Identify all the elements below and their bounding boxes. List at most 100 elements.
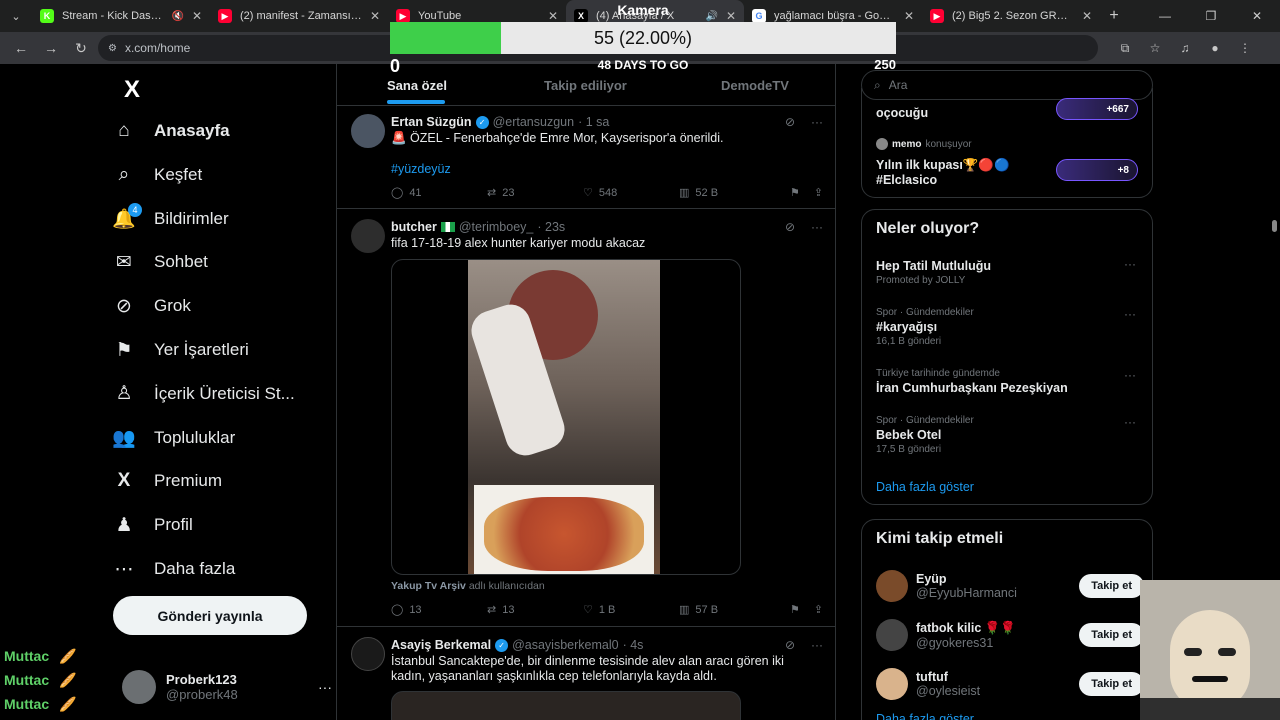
- post-time[interactable]: · 1 sa: [578, 115, 609, 129]
- sidebar-item-search[interactable]: ⌕ Keşfet: [112, 153, 203, 197]
- grok-icon[interactable]: ⊘: [785, 115, 795, 129]
- follow-button[interactable]: Takip et: [1079, 574, 1144, 598]
- follow-button[interactable]: Takip et: [1079, 623, 1144, 647]
- media-icon[interactable]: ♫: [1174, 37, 1196, 59]
- tab-muted-icon[interactable]: 🔇: [171, 11, 183, 22]
- author-handle[interactable]: @ertansuzgun: [493, 115, 575, 129]
- install-icon[interactable]: ⧉: [1114, 37, 1136, 59]
- repost-button[interactable]: ⇄ 23: [487, 186, 583, 200]
- sidebar-item-bell[interactable]: 🔔 4 Bildirimler: [112, 197, 229, 241]
- share-icon[interactable]: ⇪: [814, 603, 823, 616]
- more-icon[interactable]: ···: [811, 115, 823, 129]
- sidebar-item-creator[interactable]: ♙ İçerik Üreticisi St...: [112, 372, 294, 416]
- sidebar-item-bookmark[interactable]: ⚑ Yer İşaretleri: [112, 328, 248, 372]
- media-credit-name[interactable]: Yakup Tv Arşiv: [391, 580, 466, 592]
- close-tab-icon[interactable]: ✕: [904, 9, 914, 23]
- author-handle[interactable]: @terimboey_: [459, 220, 534, 234]
- hashtag-link[interactable]: #yüzdeyüz: [391, 162, 451, 176]
- repost-button[interactable]: ⇄ 13: [487, 603, 583, 617]
- post-time[interactable]: · 4s: [623, 638, 644, 652]
- sidebar-item-home[interactable]: ⌂ Anasayfa: [112, 109, 229, 153]
- avatar[interactable]: [351, 114, 385, 148]
- like-button[interactable]: ♡ 1 B: [583, 603, 679, 617]
- post-video[interactable]: [391, 259, 741, 575]
- bookmark-icon[interactable]: ⚑: [790, 603, 800, 616]
- x-logo-icon[interactable]: X: [124, 76, 140, 104]
- author-name[interactable]: Ertan Süzgün: [391, 115, 472, 129]
- close-tab-icon[interactable]: ✕: [1082, 9, 1092, 23]
- avatar[interactable]: [876, 619, 908, 651]
- space-host[interactable]: memo: [892, 139, 921, 150]
- profile-avatar-icon[interactable]: ●: [1204, 37, 1226, 59]
- post[interactable]: Ertan Süzgün ✓ @ertansuzgun · 1 sa ⊘ ···…: [337, 106, 835, 209]
- show-more-link[interactable]: Daha fazla göster: [876, 480, 974, 494]
- bookmark-icon[interactable]: ⚑: [790, 186, 800, 199]
- more-icon[interactable]: ···: [1124, 368, 1136, 382]
- browser-tab[interactable]: ▶ (2) Big5 2. Sezon GRUP6 S ✕: [922, 0, 1100, 32]
- post[interactable]: butcher @terimboey_ · 23s ⊘ ··· fifa 17-…: [337, 209, 835, 627]
- post[interactable]: Asayiş Berkemal ✓ @asayisberkemal0 · 4s …: [337, 627, 835, 720]
- avatar[interactable]: [876, 668, 908, 700]
- author-name[interactable]: butcher: [391, 220, 437, 234]
- follow-suggestion[interactable]: fatbok kilic 🌹🌹 @gyokeres31 Takip et: [876, 615, 1144, 655]
- space-listeners[interactable]: +667: [1056, 98, 1138, 120]
- sidebar-item-more[interactable]: ⋯ Daha fazla: [112, 547, 236, 591]
- post-time[interactable]: · 23s: [537, 220, 565, 234]
- more-icon[interactable]: ···: [1124, 257, 1136, 271]
- close-window-icon[interactable]: ✕: [1234, 0, 1280, 32]
- more-icon[interactable]: ···: [318, 679, 332, 695]
- views-button[interactable]: ▥ 57 B: [679, 603, 775, 617]
- views-button[interactable]: ▥ 52 B: [679, 186, 775, 200]
- trend-item[interactable]: Spor · Gündemdekiler #karyağışı 16,1 B g…: [876, 307, 1144, 347]
- follow-suggestion[interactable]: Eyüp @EyyubHarmanci Takip et: [876, 566, 1144, 606]
- account-switcher[interactable]: Proberk123 @proberk48 ···: [122, 670, 332, 704]
- post-button[interactable]: Gönderi yayınla: [113, 596, 307, 635]
- more-icon[interactable]: ···: [1124, 307, 1136, 321]
- forward-icon[interactable]: →: [38, 35, 64, 61]
- browser-tab[interactable]: K Stream - Kick Dashboard 🔇 ✕: [32, 0, 210, 32]
- avatar[interactable]: [876, 570, 908, 602]
- close-tab-icon[interactable]: ✕: [370, 9, 380, 23]
- follow-suggestion[interactable]: tuftuf @oylesieist Takip et: [876, 664, 1144, 704]
- more-icon[interactable]: ···: [811, 220, 823, 234]
- site-info-icon[interactable]: ⚙: [108, 43, 117, 54]
- author-name[interactable]: Asayiş Berkemal: [391, 638, 491, 652]
- like-button[interactable]: ♡ 548: [583, 186, 679, 200]
- sidebar-item-mail[interactable]: ✉ Sohbet: [112, 240, 208, 284]
- grok-icon[interactable]: ⊘: [785, 638, 795, 652]
- sidebar-item-communities[interactable]: 👥 Topluluklar: [112, 416, 235, 460]
- sidebar-item-grok[interactable]: ⊘ Grok: [112, 284, 191, 328]
- maximize-icon[interactable]: ❐: [1188, 0, 1234, 32]
- reply-button[interactable]: ◯ 41: [391, 186, 487, 200]
- sidebar-item-profile[interactable]: ♟ Profil: [112, 503, 192, 547]
- trend-item[interactable]: Türkiye tarihinde gündemde İran Cumhurba…: [876, 368, 1144, 395]
- share-icon[interactable]: ⇪: [814, 186, 823, 199]
- tab-for-you[interactable]: Sana özel: [387, 78, 447, 93]
- trend-item[interactable]: Hep Tatil Mutluluğu Promoted by JOLLY ··…: [876, 257, 1144, 286]
- minimize-icon[interactable]: —: [1142, 0, 1188, 32]
- reply-button[interactable]: ◯ 13: [391, 603, 487, 617]
- browser-tab[interactable]: ▶ (2) manifest - Zamansızdık ✕: [210, 0, 388, 32]
- post-video[interactable]: [391, 691, 741, 720]
- scrollbar-thumb[interactable]: [1272, 220, 1277, 232]
- follow-button[interactable]: Takip et: [1079, 672, 1144, 696]
- new-tab-button[interactable]: +: [1100, 7, 1128, 25]
- back-icon[interactable]: ←: [8, 35, 34, 61]
- close-tab-icon[interactable]: ✕: [192, 9, 202, 23]
- author-handle[interactable]: @asayisberkemal0: [512, 638, 618, 652]
- tab-following[interactable]: Takip ediliyor: [544, 78, 627, 93]
- show-more-link[interactable]: Daha fazla göster: [876, 712, 974, 720]
- space-title[interactable]: oçocuğu: [876, 106, 928, 120]
- reload-icon[interactable]: ↻: [68, 35, 94, 61]
- menu-icon[interactable]: ⋮: [1234, 37, 1256, 59]
- grok-icon[interactable]: ⊘: [785, 220, 795, 234]
- avatar[interactable]: [351, 219, 385, 253]
- space-listeners[interactable]: +8: [1056, 159, 1138, 181]
- sidebar-item-premium[interactable]: X Premium: [112, 459, 222, 503]
- space-title[interactable]: Yılın ilk kupası🏆🔴🔵 #Elclasico: [876, 158, 1026, 188]
- page-scrollbar[interactable]: [1270, 134, 1278, 234]
- tab-search-button[interactable]: ⌄: [0, 0, 32, 32]
- trend-item[interactable]: Spor · Gündemdekiler Bebek Otel 17,5 B g…: [876, 415, 1144, 455]
- star-icon[interactable]: ☆: [1144, 37, 1166, 59]
- tab-demodetv[interactable]: DemodeTV: [721, 78, 789, 93]
